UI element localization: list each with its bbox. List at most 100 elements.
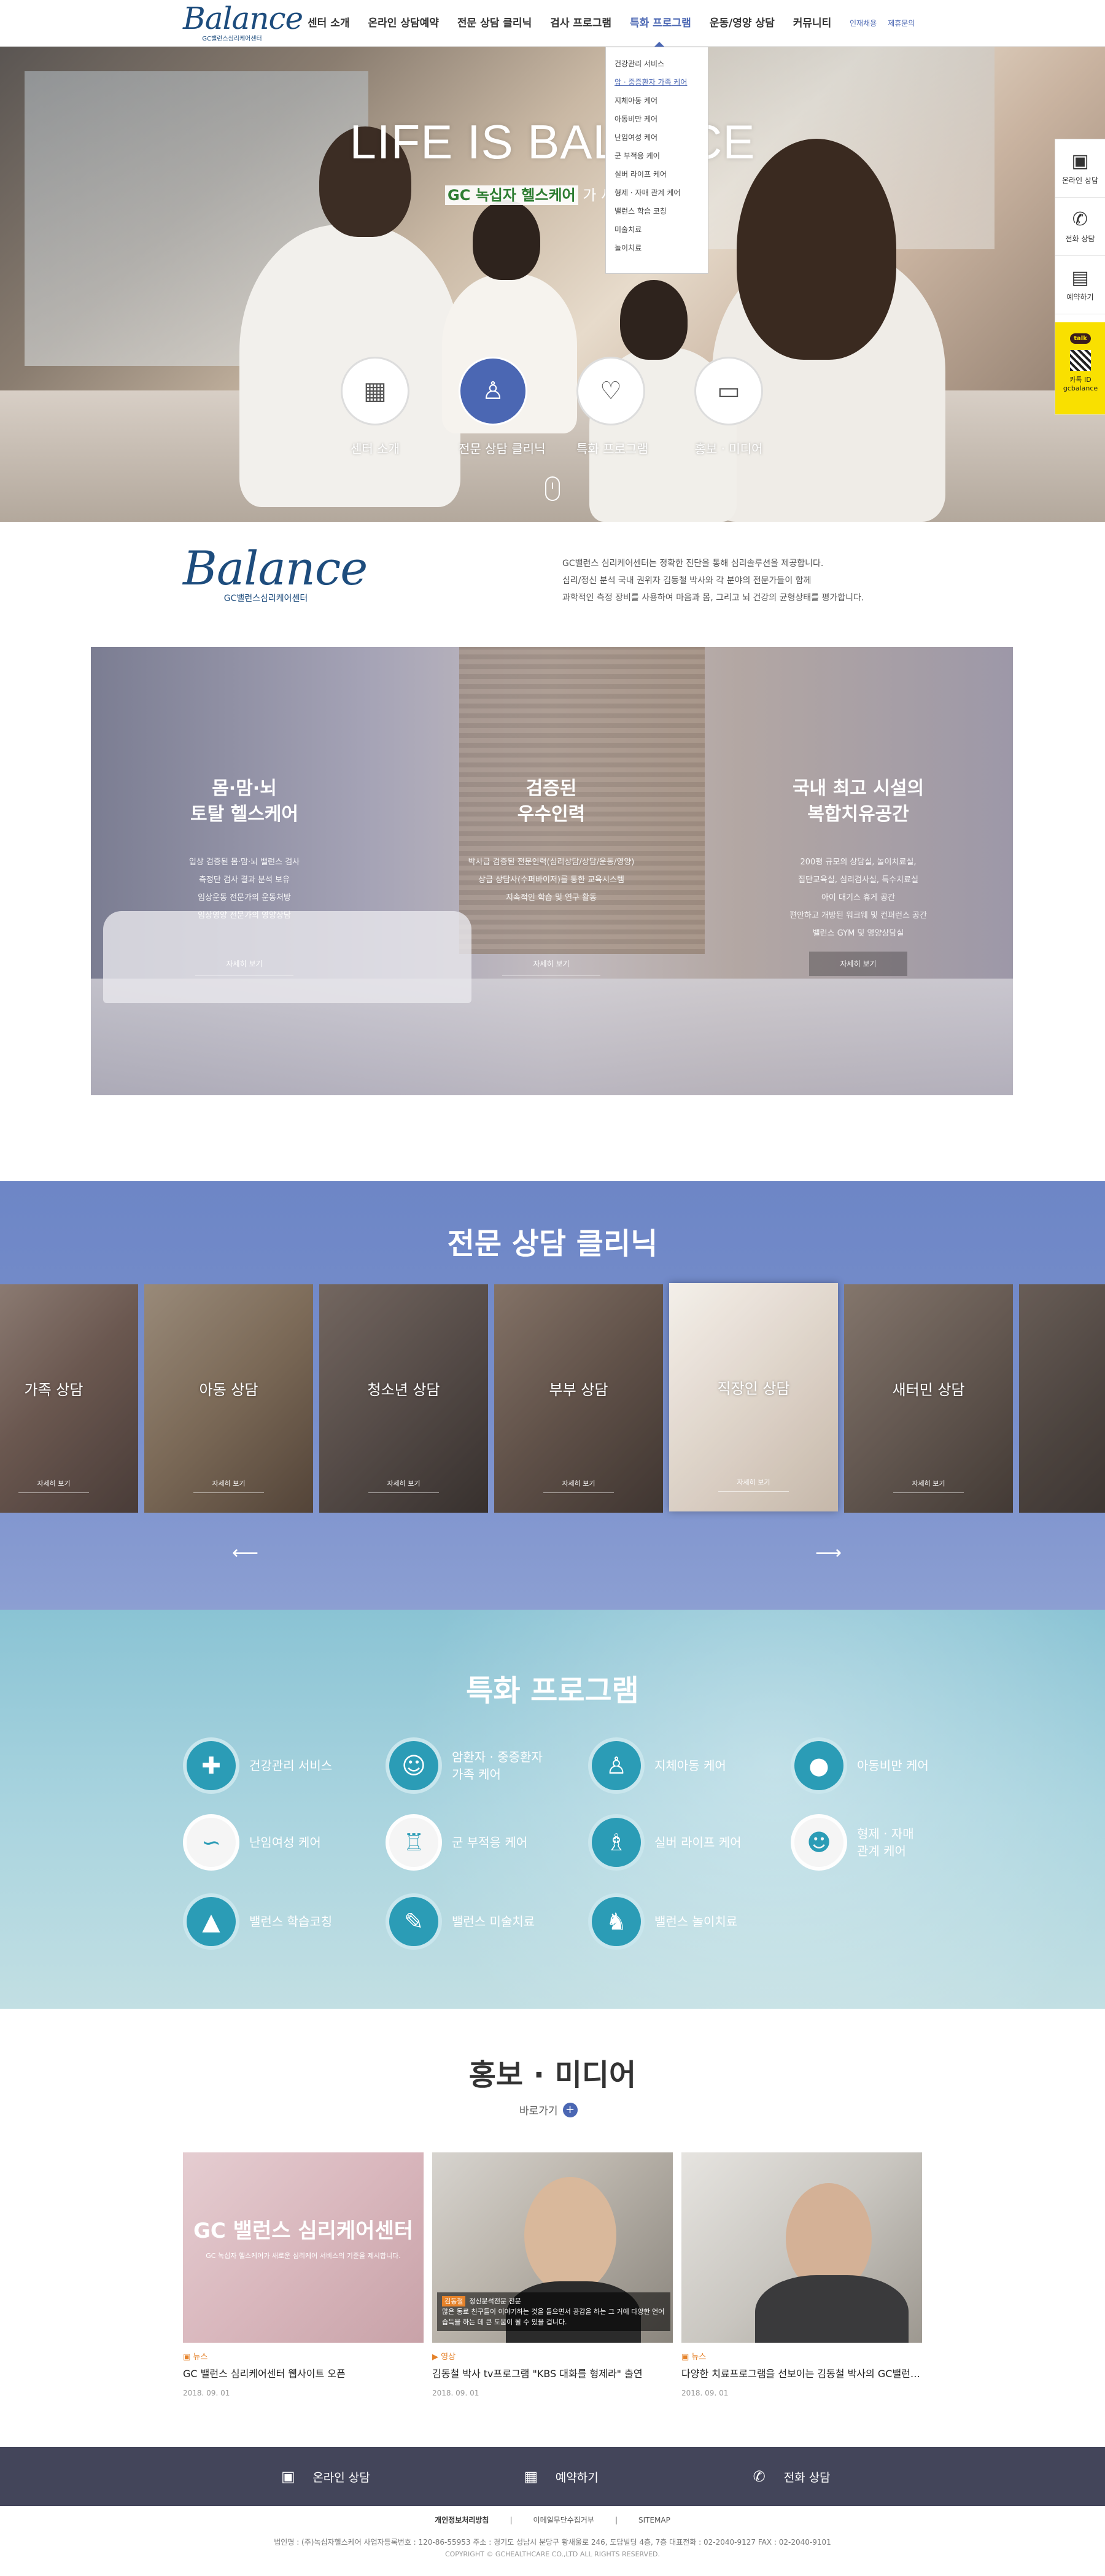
dropdown-item[interactable]: 난임여성 케어 [615, 128, 708, 147]
hero-shortcut-special[interactable]: ♡ 특화 프로그램 [576, 357, 648, 457]
media-category: ▶ 영상 [432, 2353, 456, 2362]
footer-phone-consult[interactable]: ✆ 전화 상담 [746, 2463, 831, 2490]
dropdown-item[interactable]: 건강관리 서비스 [615, 55, 708, 73]
clinic-card[interactable]: 부부 상담자세히 보기 [494, 1284, 663, 1513]
clinic-card[interactable]: 아동 상담자세히 보기 [144, 1284, 313, 1513]
nav-exercise-nutrition[interactable]: 운동/영양 상담 [700, 0, 784, 47]
special-program-label: 지체아동 케어 [654, 1758, 726, 1773]
special-program-item[interactable]: ☻ 형제 · 자매 관계 케어 [791, 1812, 987, 1873]
hero-shortcut-center[interactable]: ▦ 센터 소개 [341, 357, 409, 457]
quick-phone-consult[interactable]: ✆ 전화 상담 [1055, 198, 1105, 256]
clinic-card[interactable]: 청소년 상담 자세히 보기 [319, 1284, 488, 1513]
clinic-card[interactable]: 가족 상담자세히 보기 [0, 1284, 138, 1513]
special-program-item[interactable]: ● 아동비만 케어 [791, 1735, 987, 1796]
special-program-item[interactable]: ✎ 밸런스 미술치료 [386, 1891, 582, 1952]
dropdown-item[interactable]: 밸런스 학습 코칭 [615, 202, 708, 220]
dropdown-item[interactable]: 군 부적응 케어 [615, 147, 708, 165]
special-program-label: 실버 라이프 케어 [654, 1835, 742, 1850]
clinic-card[interactable]: 새터민 상담자세히 보기 [844, 1284, 1013, 1513]
nav-center-intro[interactable]: 센터 소개 [298, 0, 359, 47]
nav-special-program[interactable]: 특화 프로그램 [621, 0, 700, 47]
feature-description: 입상 검증된 몸·맘·뇌 밸런스 검사 측정단 검사 결과 분석 보유 임상운동… [188, 858, 300, 920]
media-card[interactable]: 김동철 정신분석전문 전문 많은 동료 친구들이 이야기하는 것을 들으면서 공감… [432, 2152, 673, 2397]
special-program-item[interactable]: ♞ 밸런스 놀이치료 [588, 1891, 785, 1952]
intro-logo: Balance GC밸런스심리케어센터 [183, 541, 368, 616]
clinic-card-title: 가족 상담 [24, 1381, 83, 1399]
rocking-horse-icon: ♞ [588, 1893, 645, 1950]
media-card-date: 2018. 09. 01 [432, 2389, 479, 2397]
clinic-card[interactable] [1019, 1284, 1105, 1513]
feature-more-button[interactable]: 자세히 보기 [809, 952, 907, 976]
clinic-card-more-button[interactable]: 자세히 보기 [368, 1475, 439, 1493]
clinic-card-title: 아동 상담 [199, 1381, 258, 1399]
media-card[interactable]: ▣ 뉴스 다양한 치료프로그램을 선보이는 김동철 박사의 GC밸런스... 2… [681, 2152, 922, 2397]
feature-more-button[interactable]: 자세히 보기 [502, 952, 600, 976]
clinic-card-title: 부부 상담 [549, 1381, 608, 1399]
hero-shortcut-media[interactable]: ▭ 홍보 · 미디어 [694, 357, 763, 457]
special-program-item[interactable]: ∽ 난임여성 케어 [183, 1812, 379, 1873]
hero-shortcut-clinic[interactable]: ♙ 전문 상담 클리닉 [459, 357, 546, 457]
nav-community[interactable]: 커뮤니티 [784, 0, 841, 47]
features-section: 몸·맘·뇌 토탈 헬스케어 입상 검증된 몸·맘·뇌 밸런스 검사 측정단 검사 … [91, 647, 1013, 1095]
util-partnership-link[interactable]: 제휴문의 [888, 0, 915, 47]
family-group-icon: ☺ [386, 1737, 442, 1794]
dropdown-item[interactable]: 놀이치료 [615, 239, 708, 257]
site-logo[interactable]: Balance GC밸런스심리케어센터 [183, 2, 303, 44]
intro-logo-wordmark: Balance [183, 541, 368, 596]
dropdown-item[interactable]: 암 · 중증환자 가족 케어 [615, 73, 708, 91]
special-program-item[interactable]: ♙ 지체아동 케어 [588, 1735, 785, 1796]
intro-description: GC밸런스 심리케어센터는 정확한 진단을 통해 심리솔루션을 제공합니다. 심… [562, 555, 931, 607]
carousel-next-arrow[interactable]: ⟶ [815, 1542, 877, 1564]
clinic-card-more-button[interactable]: 자세히 보기 [193, 1475, 264, 1493]
hero-title: LIFE IS BALANCE [349, 115, 756, 169]
media-card-title: GC 밸런스 심리케어센터 웹사이트 오픈 [183, 2368, 346, 2380]
util-recruit-link[interactable]: 인재채용 [850, 0, 877, 47]
feature-description: 박사급 검증된 전문인력(심리상담/상담/운동/영양) 상급 상담사(수퍼바이저… [468, 858, 635, 902]
clinic-card[interactable]: 직장인 상담 자세히 보기 [669, 1283, 838, 1511]
privacy-policy-link[interactable]: 개인정보처리방침 [414, 2516, 510, 2524]
special-program-dropdown: 건강관리 서비스 암 · 중증환자 가족 케어 지체아동 케어 아동비만 케어 난임여성… [605, 47, 708, 274]
counselor-icon: ♙ [459, 357, 527, 425]
media-more-link[interactable]: 바로가기 + [519, 2102, 578, 2117]
child-body-icon: ● [791, 1737, 847, 1794]
clinic-card-more-button[interactable]: 자세히 보기 [718, 1473, 789, 1492]
special-program-item[interactable]: ▲ 밸런스 학습코칭 [183, 1891, 379, 1952]
clinic-card-more-button[interactable]: 자세히 보기 [893, 1475, 964, 1493]
clinic-card-more-button[interactable]: 자세히 보기 [543, 1475, 614, 1493]
media-category-label: 영상 [441, 2353, 456, 2362]
heart-hands-icon: ♡ [576, 357, 645, 425]
dropdown-item[interactable]: 미술치료 [615, 220, 708, 239]
quick-reservation[interactable]: ▤ 예약하기 [1055, 256, 1105, 314]
nav-online-booking[interactable]: 온라인 상담예약 [359, 0, 448, 47]
main-nav: 센터 소개 온라인 상담예약 전문 상담 클리닉 검사 프로그램 특화 프로그램… [298, 0, 840, 47]
special-program-item[interactable]: ☺ 암환자 · 중증환자 가족 케어 [386, 1735, 582, 1796]
dropdown-item[interactable]: 실버 라이프 케어 [615, 165, 708, 184]
special-program-item[interactable]: ✚ 건강관리 서비스 [183, 1735, 379, 1796]
quick-label: 예약하기 [1066, 293, 1094, 301]
sitemap-link[interactable]: SITEMAP [618, 2516, 691, 2524]
footer-online-consult[interactable]: ▣ 온라인 상담 [274, 2463, 370, 2490]
special-program-label: 군 부적응 케어 [452, 1835, 528, 1850]
nav-test-program[interactable]: 검사 프로그램 [541, 0, 621, 47]
quick-kakao[interactable]: talk 카톡 ID gcbalance [1055, 322, 1105, 414]
media-card[interactable]: GC 밸런스 심리케어센터 GC 녹십자 헬스케어가 새로운 심리케어 서비스의… [183, 2152, 424, 2397]
nav-clinic[interactable]: 전문 상담 클리닉 [448, 0, 541, 47]
footer-reservation[interactable]: ▦ 예약하기 [518, 2463, 598, 2490]
dropdown-item[interactable]: 지체아동 케어 [615, 91, 708, 110]
footer-action-bar: ▣ 온라인 상담 ▦ 예약하기 ✆ 전화 상담 [0, 2447, 1105, 2506]
dropdown-item[interactable]: 아동비만 케어 [615, 110, 708, 128]
carousel-prev-arrow[interactable]: ⟵ [232, 1542, 293, 1564]
feature-more-button[interactable]: 자세히 보기 [195, 952, 293, 976]
scroll-mouse-icon[interactable] [545, 476, 560, 501]
clinic-card-title: 새터민 상담 [892, 1381, 965, 1399]
kakao-id-label: 카톡 ID [1069, 376, 1091, 384]
email-refusal-link[interactable]: 이메일무단수집거부 [513, 2516, 615, 2524]
feature-title: 국내 최고 시설의 복합치유공간 [792, 778, 925, 825]
special-program-item[interactable]: ♖ 군 부적응 케어 [386, 1812, 582, 1873]
clinic-card-more-button[interactable]: 자세히 보기 [18, 1475, 89, 1493]
special-program-item[interactable]: ♗ 실버 라이프 케어 [588, 1812, 785, 1873]
feature-title: 검증된 우수인력 [517, 778, 586, 825]
media-card-date: 2018. 09. 01 [681, 2389, 729, 2397]
dropdown-item[interactable]: 형제 · 자매 관계 케어 [615, 184, 708, 202]
quick-online-consult[interactable]: ▣ 온라인 상담 [1055, 139, 1105, 198]
